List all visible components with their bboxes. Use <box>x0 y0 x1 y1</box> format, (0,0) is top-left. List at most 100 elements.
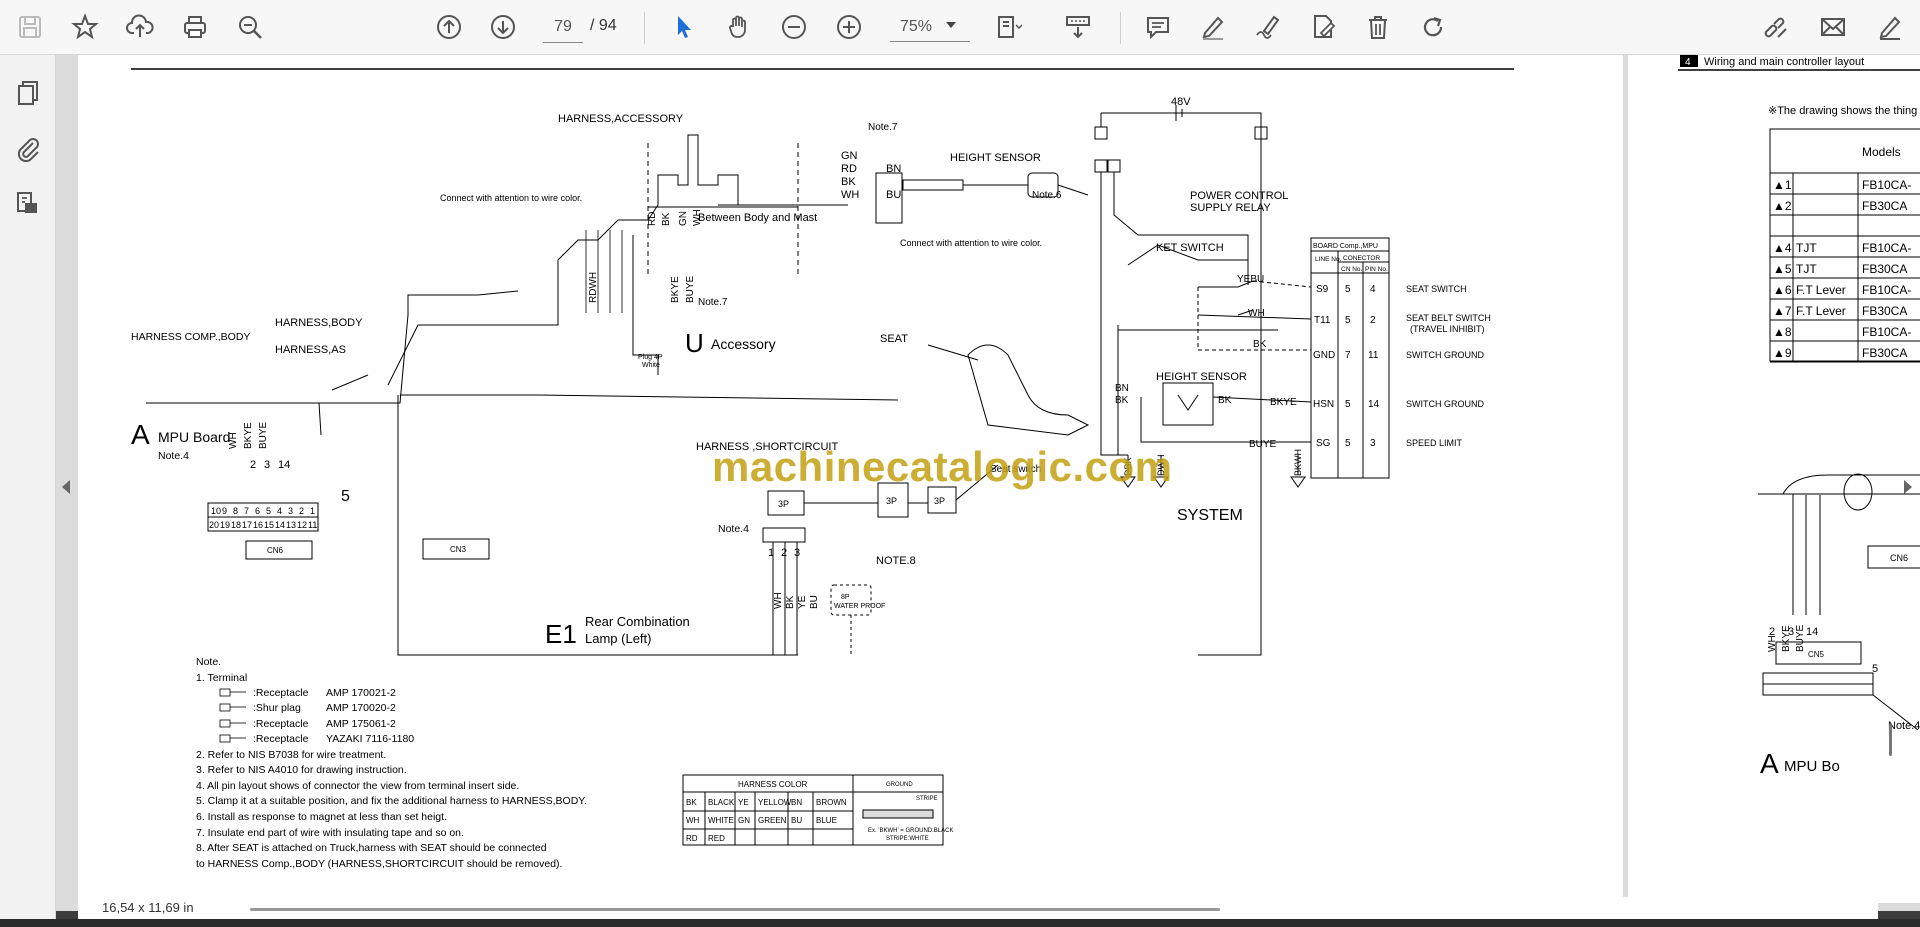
p2-pin: 14 <box>1806 626 1818 638</box>
models-row-model: FB10CA- <box>1862 283 1911 297</box>
harness-color-cell: YELLOW <box>758 798 792 807</box>
label-plug4p: Plug 4P <box>638 354 663 361</box>
save-icon[interactable] <box>12 9 48 45</box>
trash-icon[interactable] <box>1360 9 1396 45</box>
board-row-label: SWITCH GROUND <box>1406 399 1484 409</box>
board-row-cn: 5 <box>1345 438 1351 449</box>
label-bu-sc: BU <box>809 595 820 609</box>
note-title: Note. <box>196 656 221 668</box>
models-row-name: F.T Lever <box>1796 283 1846 297</box>
connector-pin-number: 13 <box>286 520 296 530</box>
mail-icon[interactable] <box>1815 9 1851 45</box>
label-seat: SEAT <box>880 333 908 345</box>
draw-icon[interactable] <box>1250 9 1286 45</box>
minus-circle-icon[interactable] <box>776 9 812 45</box>
models-row-mark: ▲7 <box>1773 304 1792 318</box>
p2-note4: Note.4 <box>1888 720 1920 732</box>
models-header: Models <box>1862 145 1901 159</box>
label-3p-c: 3P <box>934 496 945 506</box>
models-row-model: FB30CA <box>1862 304 1907 318</box>
terminal-type: :Receptacle <box>253 718 309 730</box>
p2-five: 5 <box>1872 663 1878 675</box>
edit-document-icon[interactable] <box>1305 9 1341 45</box>
prev-page-arrow[interactable] <box>62 480 70 494</box>
chevron-down-icon[interactable] <box>946 22 956 28</box>
note-line: 5. Clamp it at a suitable position, and … <box>196 795 587 807</box>
hand-pan-icon[interactable] <box>721 9 757 45</box>
cursor-arrow-icon[interactable] <box>666 9 702 45</box>
board-line-no: LINE No. <box>1315 256 1342 263</box>
label-lamp-left: Lamp (Left) <box>585 631 651 646</box>
plus-circle-icon[interactable] <box>831 9 867 45</box>
label-height-sensor-top: HEIGHT SENSOR <box>950 152 1041 164</box>
board-row: WH T11 5 2 SEAT BELT SWITCH (TRAVEL INHI… <box>1248 308 1491 334</box>
label-note7-mid: Note.7 <box>698 297 728 308</box>
label-example: Ex. 'BKWH' = GROUND:BLACK <box>868 828 953 834</box>
vertical-scrollbar[interactable] <box>1889 724 1892 756</box>
models-row-name: TJT <box>1796 241 1817 255</box>
label-mpu-board: MPU Board <box>158 429 230 445</box>
label-rear-combination: Rear Combination <box>585 614 690 629</box>
note-line: 3. Refer to NIS A4010 for drawing instru… <box>196 764 407 776</box>
layers-icon[interactable] <box>10 185 46 221</box>
models-row-model: FB30CA <box>1862 199 1907 213</box>
connector-pin-number: 16 <box>253 520 263 530</box>
connector-pin-number: 10 <box>211 506 221 516</box>
redo-icon[interactable] <box>1415 9 1451 45</box>
comment-icon[interactable] <box>1140 9 1176 45</box>
models-row-mark: ▲8 <box>1773 325 1792 339</box>
models-row-name: F.T Lever <box>1796 304 1846 318</box>
cloud-upload-icon[interactable] <box>122 9 158 45</box>
zoom-select[interactable]: 75% <box>890 12 970 42</box>
board-row-pin: 3 <box>1370 438 1376 449</box>
page-count: / 94 <box>590 17 617 35</box>
page-separator: / <box>590 17 595 34</box>
paperclip-icon[interactable] <box>10 130 46 166</box>
label-connect-attention-2: Connect with attention to wire color. <box>900 238 1042 248</box>
label-note7-top: Note.7 <box>868 122 898 133</box>
terminal-type: :Receptacle <box>253 687 309 699</box>
page-up-icon[interactable] <box>431 9 467 45</box>
label-note8: NOTE.8 <box>876 555 916 567</box>
models-row-name: TJT <box>1796 262 1817 276</box>
label-pin-sc-1: 1 <box>768 547 774 559</box>
label-3p-a: 3P <box>778 499 789 509</box>
star-icon[interactable] <box>67 9 103 45</box>
terminal-part: AMP 170021-2 <box>326 687 396 699</box>
next-page-arrow[interactable] <box>1904 480 1912 494</box>
label-48v: 48V <box>1171 96 1191 108</box>
label-water-proof: WATER PROOF <box>834 603 885 610</box>
page-down-icon[interactable] <box>485 9 521 45</box>
page-number-input[interactable]: 79 <box>543 12 583 43</box>
label-3p-b: 3P <box>886 496 897 506</box>
harness-color-table: BK BLACK YE YELLOW BN BROWN WH WHITE GN GREEN BU BL… <box>686 798 847 843</box>
label-bkye-mpu: BKYE <box>243 422 254 449</box>
printer-icon[interactable] <box>177 9 213 45</box>
label-8p: 8P <box>841 594 850 601</box>
connector-pin-number: 20 <box>209 520 219 530</box>
harness-color-cell: BK <box>686 798 697 807</box>
label-bkye-bundle: BKYE <box>670 276 681 303</box>
label-ground: GROUND <box>886 782 913 788</box>
terminal-part: AMP 175061-2 <box>326 718 396 730</box>
harness-color-cell: BLUE <box>816 816 837 825</box>
pen-sign-icon[interactable] <box>1872 9 1908 45</box>
board-row-line: SG <box>1316 438 1331 449</box>
models-row-mark: ▲9 <box>1773 346 1792 360</box>
label-connect-attention-1: Connect with attention to wire color. <box>440 193 582 203</box>
note-line: 7. Insulate end part of wire with insula… <box>196 827 464 839</box>
horizontal-scrollbar[interactable] <box>250 908 1220 911</box>
terminal-part: AMP 170020-2 <box>326 702 396 714</box>
label-rdwh-1: RDWH <box>588 272 599 303</box>
board-row-line: T11 <box>1314 315 1331 326</box>
link-edit-icon[interactable] <box>1757 9 1793 45</box>
pen-icon[interactable] <box>1195 9 1231 45</box>
pages-icon[interactable] <box>10 75 46 111</box>
harness-color-cell: BROWN <box>816 798 847 807</box>
magnifier-icon[interactable] <box>232 9 268 45</box>
label-pin-2: 2 <box>250 459 256 471</box>
label-buye-bundle: BUYE <box>685 275 696 303</box>
scroll-mode-icon[interactable] <box>1060 9 1096 45</box>
page-fit-icon[interactable] <box>990 9 1026 45</box>
p2-cn5: CN5 <box>1808 650 1825 659</box>
